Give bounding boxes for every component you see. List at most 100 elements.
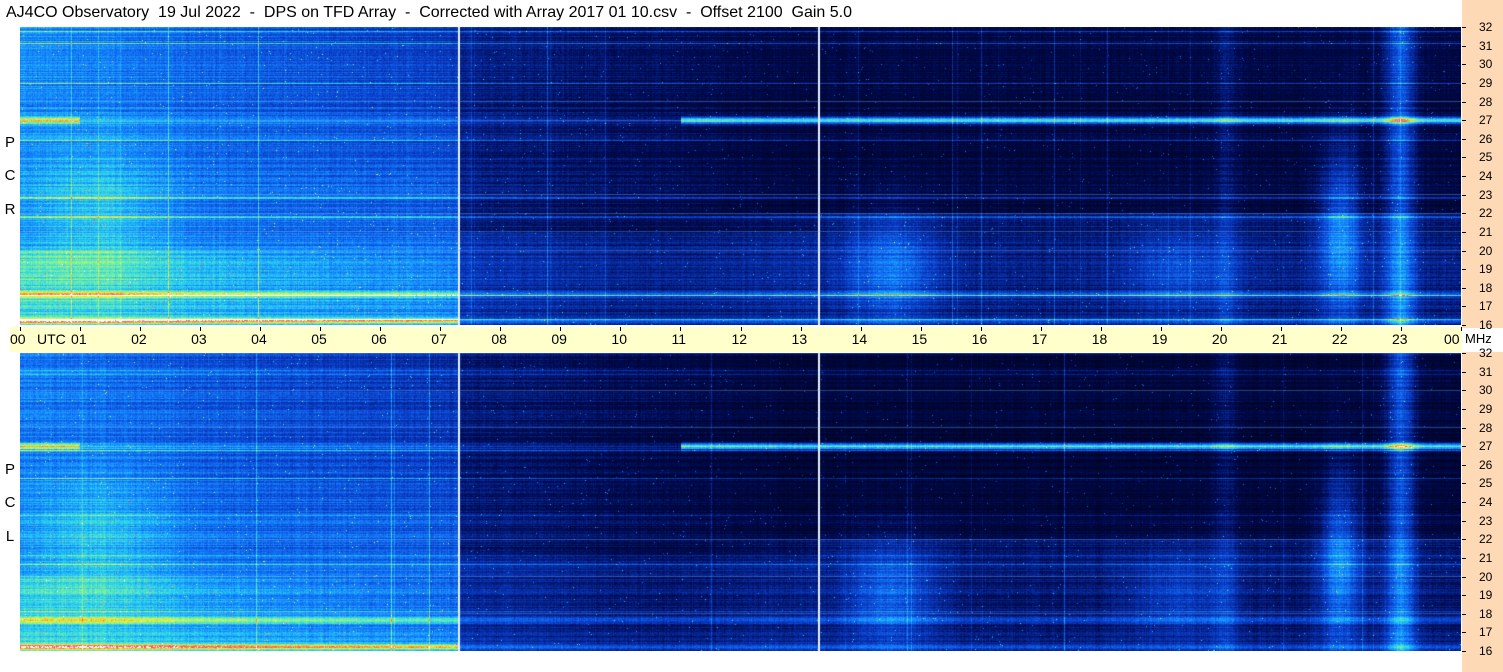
lcp-frequency-scale: 32 31 30 29 28 27 26 25 24 23 22 21 20 19 18 17 16 xyxy=(1462,347,1503,672)
frequency-tick xyxy=(1462,613,1466,615)
frequency-tick xyxy=(1462,325,1466,326)
frequency-tick xyxy=(1462,446,1466,448)
frequency-tick-label: 19 xyxy=(1479,588,1493,603)
time-tick-label: 14 xyxy=(851,331,868,347)
frequency-tick xyxy=(1462,371,1466,373)
time-tick-label: 18 xyxy=(1091,331,1108,347)
frequency-tick-label: 19 xyxy=(1479,262,1493,277)
time-tick-label: 10 xyxy=(611,331,627,347)
time-tick-label: 20 xyxy=(1211,331,1228,347)
frequency-tick xyxy=(1462,557,1466,559)
frequency-tick xyxy=(1462,101,1466,103)
frequency-tick xyxy=(1462,231,1466,233)
rcp-letter-r: R xyxy=(4,201,16,218)
utc-label: UTC xyxy=(37,331,66,347)
time-tick-label: 07 xyxy=(431,331,447,347)
time-tick-label: 00 xyxy=(1444,331,1460,347)
frequency-tick-label: 25 xyxy=(1479,476,1493,491)
frequency-tick xyxy=(1462,157,1466,159)
lcp-label-strip: L C P xyxy=(0,353,20,651)
lcp-heatmap-canvas xyxy=(20,353,1461,651)
frequency-tick xyxy=(1462,576,1466,578)
frequency-tick xyxy=(1462,651,1466,652)
frequency-tick xyxy=(1462,27,1466,28)
lcp-spectrogram xyxy=(20,353,1461,651)
rcp-heatmap-canvas xyxy=(20,27,1461,325)
frequency-tick xyxy=(1462,632,1466,634)
frequency-tick-label: 21 xyxy=(1479,550,1493,565)
lcp-letter-l: L xyxy=(5,528,15,545)
time-tick-label: 23 xyxy=(1391,331,1408,347)
frequency-tick xyxy=(1462,250,1466,252)
frequency-tick-label: 29 xyxy=(1479,75,1493,90)
time-tick-label: 02 xyxy=(131,331,147,347)
frequency-tick-label: 30 xyxy=(1479,57,1493,72)
frequency-tick-label: 22 xyxy=(1479,206,1493,221)
rcp-letter-p: P xyxy=(4,134,15,151)
frequency-tick xyxy=(1462,595,1466,597)
time-tick-label: 00 xyxy=(10,331,26,347)
frequency-tick-label: 28 xyxy=(1479,420,1493,435)
frequency-tick xyxy=(1462,138,1466,140)
frequency-tick-label: 31 xyxy=(1479,364,1493,379)
time-axis: 00 01 02 03 04 05 06 07 08 09 10 11 12 13 14 15 16 17 18 19… xyxy=(10,327,1492,352)
frequency-tick-label: 16 xyxy=(1479,318,1493,332)
time-tick-label: 19 xyxy=(1151,331,1168,347)
time-tick-label: 13 xyxy=(791,331,808,347)
frequency-tick xyxy=(1462,82,1466,84)
frequency-tick-label: 30 xyxy=(1479,383,1493,398)
frequency-tick-label: 20 xyxy=(1479,243,1493,258)
frequency-tick-label: 27 xyxy=(1479,439,1493,454)
chart-title: AJ4CO Observatory 19 Jul 2022 - DPS on T… xyxy=(0,0,1460,26)
frequency-tick-label: 18 xyxy=(1479,606,1493,621)
frequency-tick xyxy=(1462,390,1466,392)
time-tick-label: 21 xyxy=(1271,331,1288,347)
frequency-tick-label: 17 xyxy=(1479,299,1493,314)
frequency-tick-label: 17 xyxy=(1479,625,1493,640)
time-tick-label: 16 xyxy=(971,331,988,347)
frequency-tick-label: 31 xyxy=(1479,38,1493,53)
rcp-label-strip: R C P xyxy=(0,27,20,325)
frequency-tick xyxy=(1462,120,1466,122)
time-tick-label: 17 xyxy=(1031,331,1048,347)
mhz-unit-label: MHz xyxy=(1465,331,1492,346)
frequency-tick-label: 26 xyxy=(1479,131,1493,146)
frequency-tick-label: 24 xyxy=(1479,495,1493,509)
time-tick-label: 12 xyxy=(731,331,748,347)
frequency-tick xyxy=(1462,464,1466,466)
rcp-frequency-scale: 32 31 30 29 28 27 26 25 24 23 22 21 20 19 18 17 16 xyxy=(1462,0,1503,332)
rcp-spectrogram xyxy=(20,27,1461,325)
time-tick-label: 11 xyxy=(671,331,686,347)
frequency-tick-label: 32 xyxy=(1479,20,1493,34)
lcp-letter-p: P xyxy=(4,461,15,478)
frequency-tick-label: 28 xyxy=(1479,94,1493,109)
time-tick-label: 03 xyxy=(191,331,207,347)
frequency-tick xyxy=(1462,269,1466,271)
frequency-tick xyxy=(1462,176,1466,177)
rcp-letter-c: C xyxy=(4,167,16,184)
frequency-tick-label: 29 xyxy=(1479,401,1493,416)
lcp-letter-c: C xyxy=(4,494,16,511)
frequency-tick xyxy=(1462,539,1466,541)
time-tick-label: 09 xyxy=(551,331,567,347)
frequency-tick xyxy=(1462,408,1466,410)
frequency-tick-label: 27 xyxy=(1479,113,1493,128)
frequency-tick-label: 20 xyxy=(1479,569,1493,584)
frequency-tick xyxy=(1462,502,1466,503)
frequency-tick xyxy=(1462,45,1466,47)
frequency-tick-label: 18 xyxy=(1479,280,1493,295)
frequency-tick-label: 26 xyxy=(1479,457,1493,472)
time-tick-label: 22 xyxy=(1331,331,1348,347)
frequency-tick xyxy=(1462,353,1466,354)
frequency-tick-label: 32 xyxy=(1479,346,1493,360)
time-tick-label: 15 xyxy=(911,331,928,347)
frequency-tick xyxy=(1462,306,1466,308)
time-tick-label: 01 xyxy=(71,331,87,347)
frequency-tick xyxy=(1462,427,1466,429)
frequency-tick-label: 25 xyxy=(1479,150,1493,165)
frequency-tick-label: 23 xyxy=(1479,187,1493,202)
time-tick-label: 05 xyxy=(311,331,327,347)
frequency-tick-label: 22 xyxy=(1479,532,1493,547)
frequency-tick xyxy=(1462,520,1466,522)
frequency-tick xyxy=(1462,287,1466,289)
